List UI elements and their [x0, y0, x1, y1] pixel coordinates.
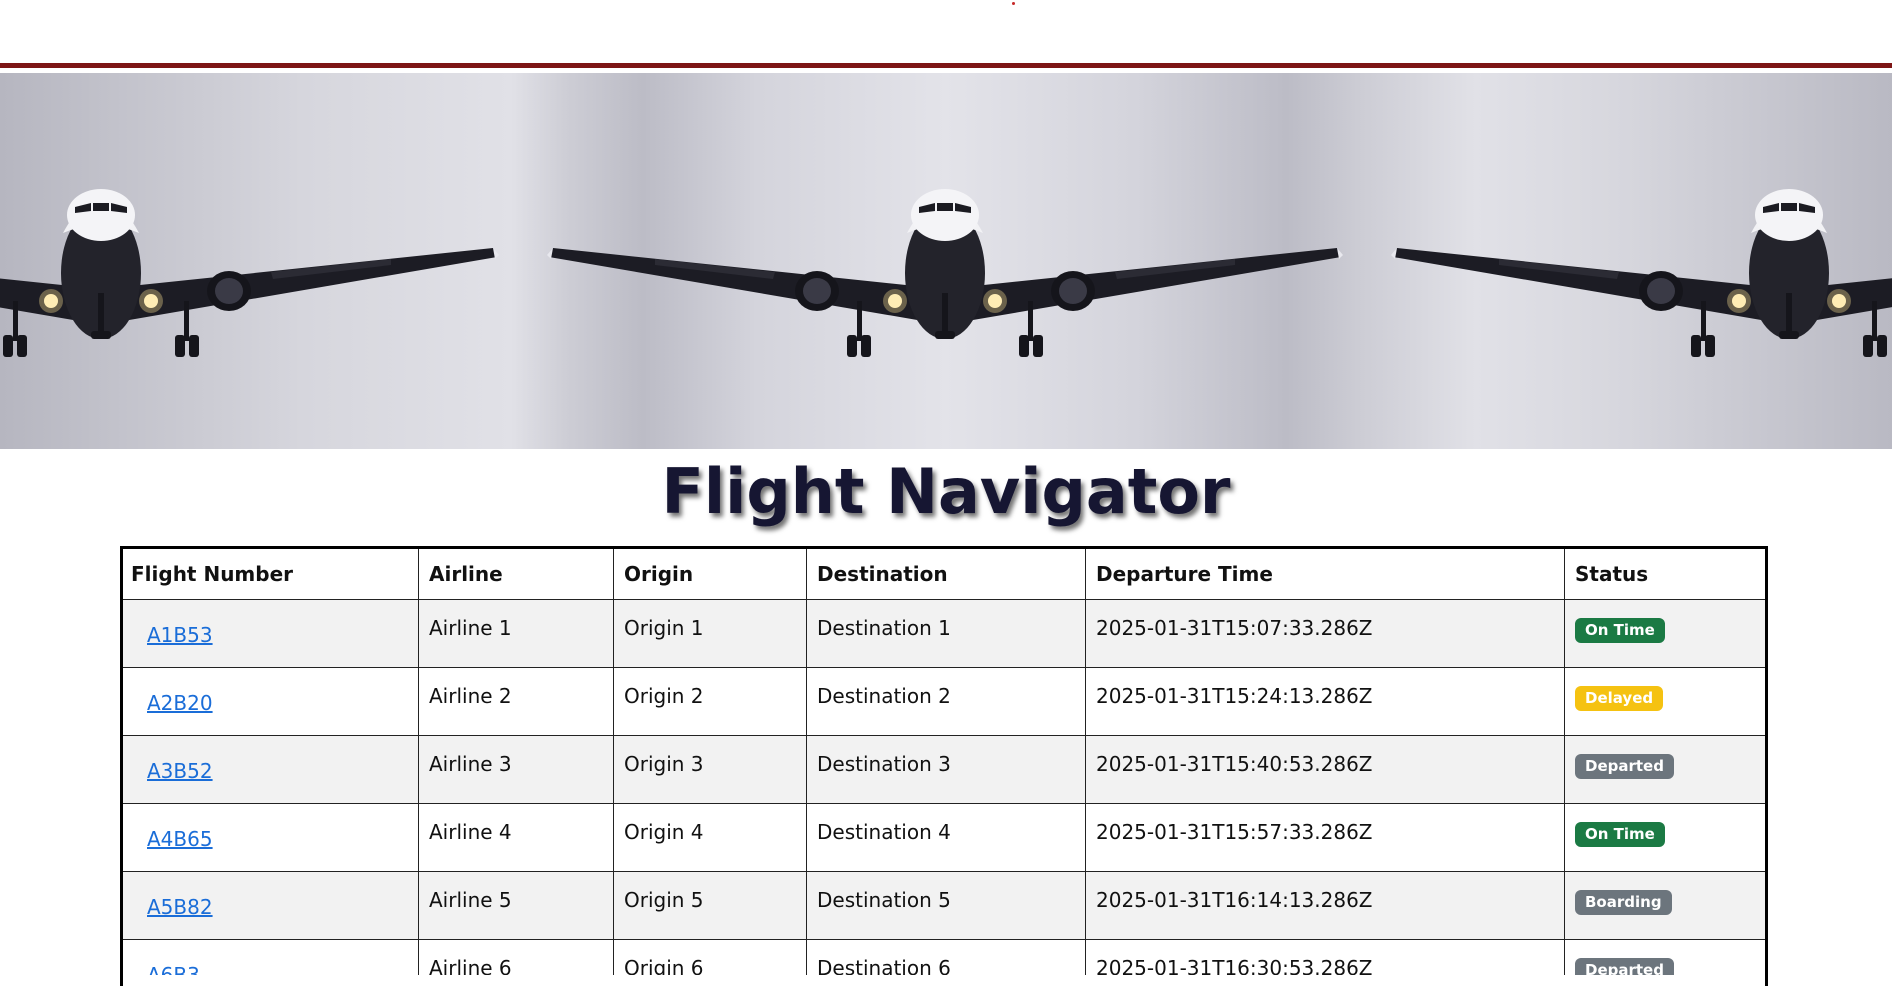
- cell-airline: Airline 5: [418, 871, 614, 940]
- cell-origin: Origin 2: [613, 667, 807, 736]
- cell-destination: Destination 4: [806, 803, 1086, 872]
- cell-airline: Airline 4: [418, 803, 614, 872]
- cell-origin: Origin 5: [613, 871, 807, 940]
- cell-airline: Airline 2: [418, 667, 614, 736]
- table-row: A3B52 Airline 3 Origin 3 Destination 3 2…: [120, 735, 1768, 804]
- table-row: A6B3 Airline 6 Origin 6 Destination 6 20…: [120, 939, 1768, 975]
- cell-flight-number: A5B82: [120, 871, 419, 940]
- status-badge: Departed: [1575, 958, 1674, 975]
- flights-table-container: Flight Number Airline Origin Destination…: [120, 546, 1768, 975]
- flight-link[interactable]: A1B53: [147, 623, 213, 647]
- cell-departure-time: 2025-01-31T16:14:13.286Z: [1085, 871, 1565, 940]
- table-row: A1B53 Airline 1 Origin 1 Destination 1 2…: [120, 599, 1768, 668]
- cell-flight-number: A1B53: [120, 599, 419, 668]
- cell-origin: Origin 4: [613, 803, 807, 872]
- status-badge: On Time: [1575, 822, 1665, 847]
- cell-origin: Origin 3: [613, 735, 807, 804]
- table-row: A2B20 Airline 2 Origin 2 Destination 2 2…: [120, 667, 1768, 736]
- cell-status: Departed: [1564, 939, 1768, 975]
- cell-destination: Destination 6: [806, 939, 1086, 975]
- hero-banner: [0, 73, 1892, 449]
- column-header-destination: Destination: [806, 546, 1086, 600]
- airplane-icon: [547, 189, 1343, 357]
- cell-departure-time: 2025-01-31T15:07:33.286Z: [1085, 599, 1565, 668]
- cell-departure-time: 2025-01-31T15:40:53.286Z: [1085, 735, 1565, 804]
- cell-status: Boarding: [1564, 871, 1768, 940]
- hero-image: [0, 189, 1892, 357]
- cell-status: On Time: [1564, 803, 1768, 872]
- cell-status: Departed: [1564, 735, 1768, 804]
- cell-airline: Airline 1: [418, 599, 614, 668]
- cell-destination: Destination 2: [806, 667, 1086, 736]
- column-header-flight-number: Flight Number: [120, 546, 419, 600]
- cell-flight-number: A2B20: [120, 667, 419, 736]
- cell-destination: Destination 1: [806, 599, 1086, 668]
- status-badge: Departed: [1575, 754, 1674, 779]
- status-badge: Boarding: [1575, 890, 1672, 915]
- cell-departure-time: 2025-01-31T15:24:13.286Z: [1085, 667, 1565, 736]
- airplane-icon: [0, 189, 499, 357]
- page-title: Flight Navigator: [661, 455, 1231, 528]
- flight-link[interactable]: A3B52: [147, 759, 213, 783]
- table-row: A4B65 Airline 4 Origin 4 Destination 4 2…: [120, 803, 1768, 872]
- status-badge: Delayed: [1575, 686, 1664, 711]
- indicator-dot: [1012, 2, 1015, 5]
- column-header-departure-time: Departure Time: [1085, 546, 1565, 600]
- cell-status: Delayed: [1564, 667, 1768, 736]
- cell-airline: Airline 6: [418, 939, 614, 975]
- cell-status: On Time: [1564, 599, 1768, 668]
- top-bar: [0, 0, 1892, 68]
- flights-table: Flight Number Airline Origin Destination…: [120, 546, 1768, 975]
- flight-link[interactable]: A2B20: [147, 691, 213, 715]
- column-header-origin: Origin: [613, 546, 807, 600]
- cell-origin: Origin 6: [613, 939, 807, 975]
- cell-departure-time: 2025-01-31T15:57:33.286Z: [1085, 803, 1565, 872]
- cell-airline: Airline 3: [418, 735, 614, 804]
- cell-flight-number: A4B65: [120, 803, 419, 872]
- cell-flight-number: A3B52: [120, 735, 419, 804]
- cell-flight-number: A6B3: [120, 939, 419, 975]
- flight-link[interactable]: A6B3: [147, 963, 200, 975]
- column-header-status: Status: [1564, 546, 1768, 600]
- cell-origin: Origin 1: [613, 599, 807, 668]
- status-badge: On Time: [1575, 618, 1665, 643]
- cell-destination: Destination 5: [806, 871, 1086, 940]
- table-header-row: Flight Number Airline Origin Destination…: [120, 546, 1768, 600]
- table-row: A5B82 Airline 5 Origin 5 Destination 5 2…: [120, 871, 1768, 940]
- column-header-airline: Airline: [418, 546, 614, 600]
- airplane-icon: [1391, 189, 1892, 357]
- cell-destination: Destination 3: [806, 735, 1086, 804]
- cell-departure-time: 2025-01-31T16:30:53.286Z: [1085, 939, 1565, 975]
- flight-link[interactable]: A5B82: [147, 895, 213, 919]
- flight-link[interactable]: A4B65: [147, 827, 213, 851]
